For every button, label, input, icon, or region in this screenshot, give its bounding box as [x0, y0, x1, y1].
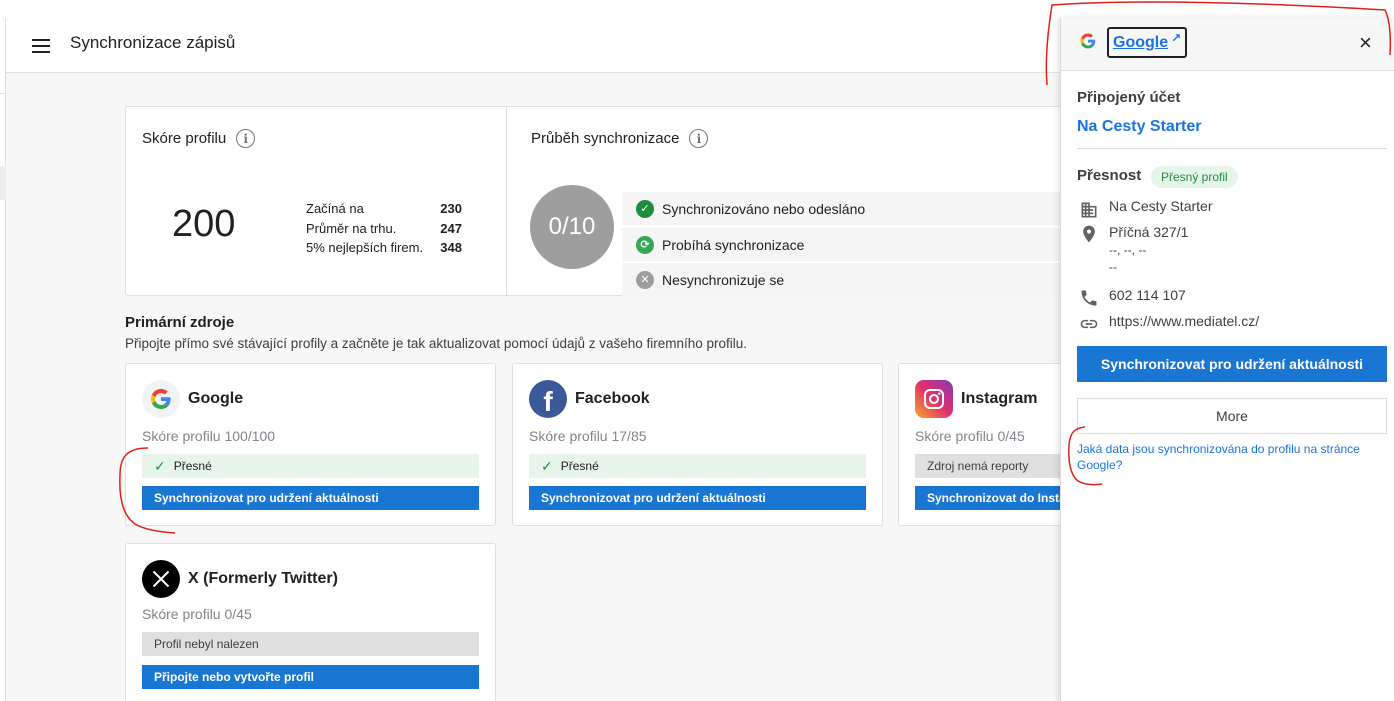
x-logo-icon [142, 560, 180, 598]
google-link-label: Google [1113, 33, 1169, 51]
status-badge: Zdroj nemá reporty [915, 454, 1077, 478]
primary-sources-title: Primární zdroje [125, 314, 235, 331]
accuracy-badge: Přesný profil [1151, 166, 1238, 188]
status-label: Přesné [560, 459, 599, 473]
score-stats: Začíná na 230 Průměr na trhu. 247 5% nejle… [306, 199, 462, 258]
sync-progress-title: Průběh synchronizace i [531, 129, 709, 148]
stat-row: Začíná na 230 [306, 199, 462, 219]
profile-score-title: Skóre profilu i [142, 129, 256, 148]
external-link-icon: ↗ [1171, 30, 1182, 45]
phone-icon [1081, 290, 1097, 306]
google-logo-icon [142, 380, 180, 418]
x-circle-icon: ✕ [636, 270, 654, 289]
stat-row: Průměr na trhu. 247 [306, 219, 462, 239]
source-name: X (Formerly Twitter) [188, 570, 338, 587]
building-icon [1081, 202, 1097, 218]
source-score: Skóre profilu 0/45 [142, 606, 252, 622]
card-divider [506, 107, 507, 295]
page-title: Synchronizace zápisů [70, 33, 236, 52]
connected-account-label: Připojený účet [1077, 89, 1181, 106]
source-score: Skóre profilu 100/100 [142, 428, 276, 444]
source-name: Facebook [575, 390, 650, 407]
sync-icon: ⟳ [636, 235, 654, 254]
status-badge: ✓ Přesné [142, 454, 479, 478]
status-label: Profil nebyl nalezen [154, 637, 259, 651]
address-line-1: Příčná 327/1 [1109, 224, 1189, 240]
phone-number: 602 114 107 [1109, 287, 1186, 303]
stat-value: 348 [440, 240, 462, 256]
connect-x-button[interactable]: Připojte nebo vytvořte profil [142, 665, 479, 689]
synced-data-faq-link[interactable]: Jaká data jsou synchronizována do profil… [1077, 441, 1367, 473]
source-card-facebook: f Facebook Skóre profilu 17/85 ✓ Přesné … [512, 363, 883, 526]
accuracy-label: Přesnost [1077, 167, 1142, 184]
business-name: Na Cesty Starter [1109, 198, 1213, 214]
address-line-2: --, --, -- [1109, 243, 1147, 257]
check-icon: ✓ [541, 457, 553, 474]
sync-google-button[interactable]: Synchronizovat pro udržení aktuálnosti [142, 486, 479, 510]
instagram-logo-icon [915, 380, 953, 418]
stat-label: Začíná na [306, 201, 364, 217]
check-circle-icon: ✓ [636, 199, 654, 218]
facebook-logo-icon: f [529, 380, 567, 418]
panel-header: Google ↗ × [1061, 18, 1394, 71]
sync-instagram-button[interactable]: Synchronizovat do Instagramu [915, 486, 1077, 510]
google-g-icon [1079, 32, 1097, 55]
legend-label: Synchronizováno nebo odesláno [662, 200, 866, 217]
status-label: Přesné [173, 459, 212, 473]
source-card-instagram: Instagram Skóre profilu 0/45 Zdroj nemá … [898, 363, 1078, 526]
profile-score-label: Skóre profilu [142, 130, 227, 147]
stat-value: 247 [440, 220, 462, 236]
legend-label: Probíhá synchronizace [662, 236, 805, 253]
status-badge: ✓ Přesné [529, 454, 866, 478]
google-detail-panel: Google ↗ × Připojený účet Na Cesty Start… [1060, 18, 1394, 701]
website-url: https://www.mediatel.cz/ [1109, 313, 1260, 329]
score-summary-card: Skóre profilu i 200 Začíná na 230 Průměr … [125, 106, 1085, 296]
sync-progress-label: Průběh synchronizace [531, 130, 680, 147]
panel-divider [1077, 148, 1387, 149]
google-profile-link[interactable]: Google ↗ [1107, 27, 1188, 58]
legend-syncing: ⟳ Probíhá synchronizace [622, 228, 1062, 261]
status-label: Zdroj nemá reporty [927, 459, 1029, 473]
menu-icon[interactable] [32, 38, 52, 54]
stat-label: 5% nejlepších firem. [306, 240, 424, 256]
source-card-google: Google Skóre profilu 100/100 ✓ Přesné Sy… [125, 363, 496, 526]
sync-facebook-button[interactable]: Synchronizovat pro udržení aktuálnosti [529, 486, 866, 510]
stat-value: 230 [440, 201, 462, 217]
panel-sync-button[interactable]: Synchronizovat pro udržení aktuálnosti [1077, 346, 1387, 382]
legend-synced: ✓ Synchronizováno nebo odesláno [622, 192, 1062, 225]
connected-account-link[interactable]: Na Cesty Starter [1077, 118, 1202, 136]
legend-label: Nesynchronizuje se [662, 271, 785, 288]
info-icon[interactable]: i [689, 129, 709, 148]
link-icon [1080, 319, 1098, 329]
stat-label: Průměr na trhu. [306, 220, 397, 236]
source-card-x: X (Formerly Twitter) Skóre profilu 0/45 … [125, 543, 496, 701]
info-icon[interactable]: i [236, 129, 256, 148]
close-icon[interactable]: × [1359, 32, 1372, 54]
source-name: Instagram [961, 390, 1038, 407]
sync-progress-circle: 0/10 [530, 185, 614, 269]
check-icon: ✓ [154, 457, 166, 474]
source-score: Skóre profilu 0/45 [915, 428, 1025, 444]
status-badge: Profil nebyl nalezen [142, 632, 479, 656]
primary-sources-subtitle: Připojte přímo své stávající profily a z… [125, 336, 748, 351]
legend-not-syncing: ✕ Nesynchronizuje se [622, 263, 1062, 296]
source-score: Skóre profilu 17/85 [529, 428, 647, 444]
address-line-3: -- [1109, 260, 1117, 274]
location-pin-icon [1083, 225, 1095, 243]
more-button[interactable]: More [1077, 398, 1387, 434]
stat-row: 5% nejlepších firem. 348 [306, 238, 462, 258]
profile-score-value: 200 [172, 203, 236, 245]
source-name: Google [188, 390, 244, 407]
